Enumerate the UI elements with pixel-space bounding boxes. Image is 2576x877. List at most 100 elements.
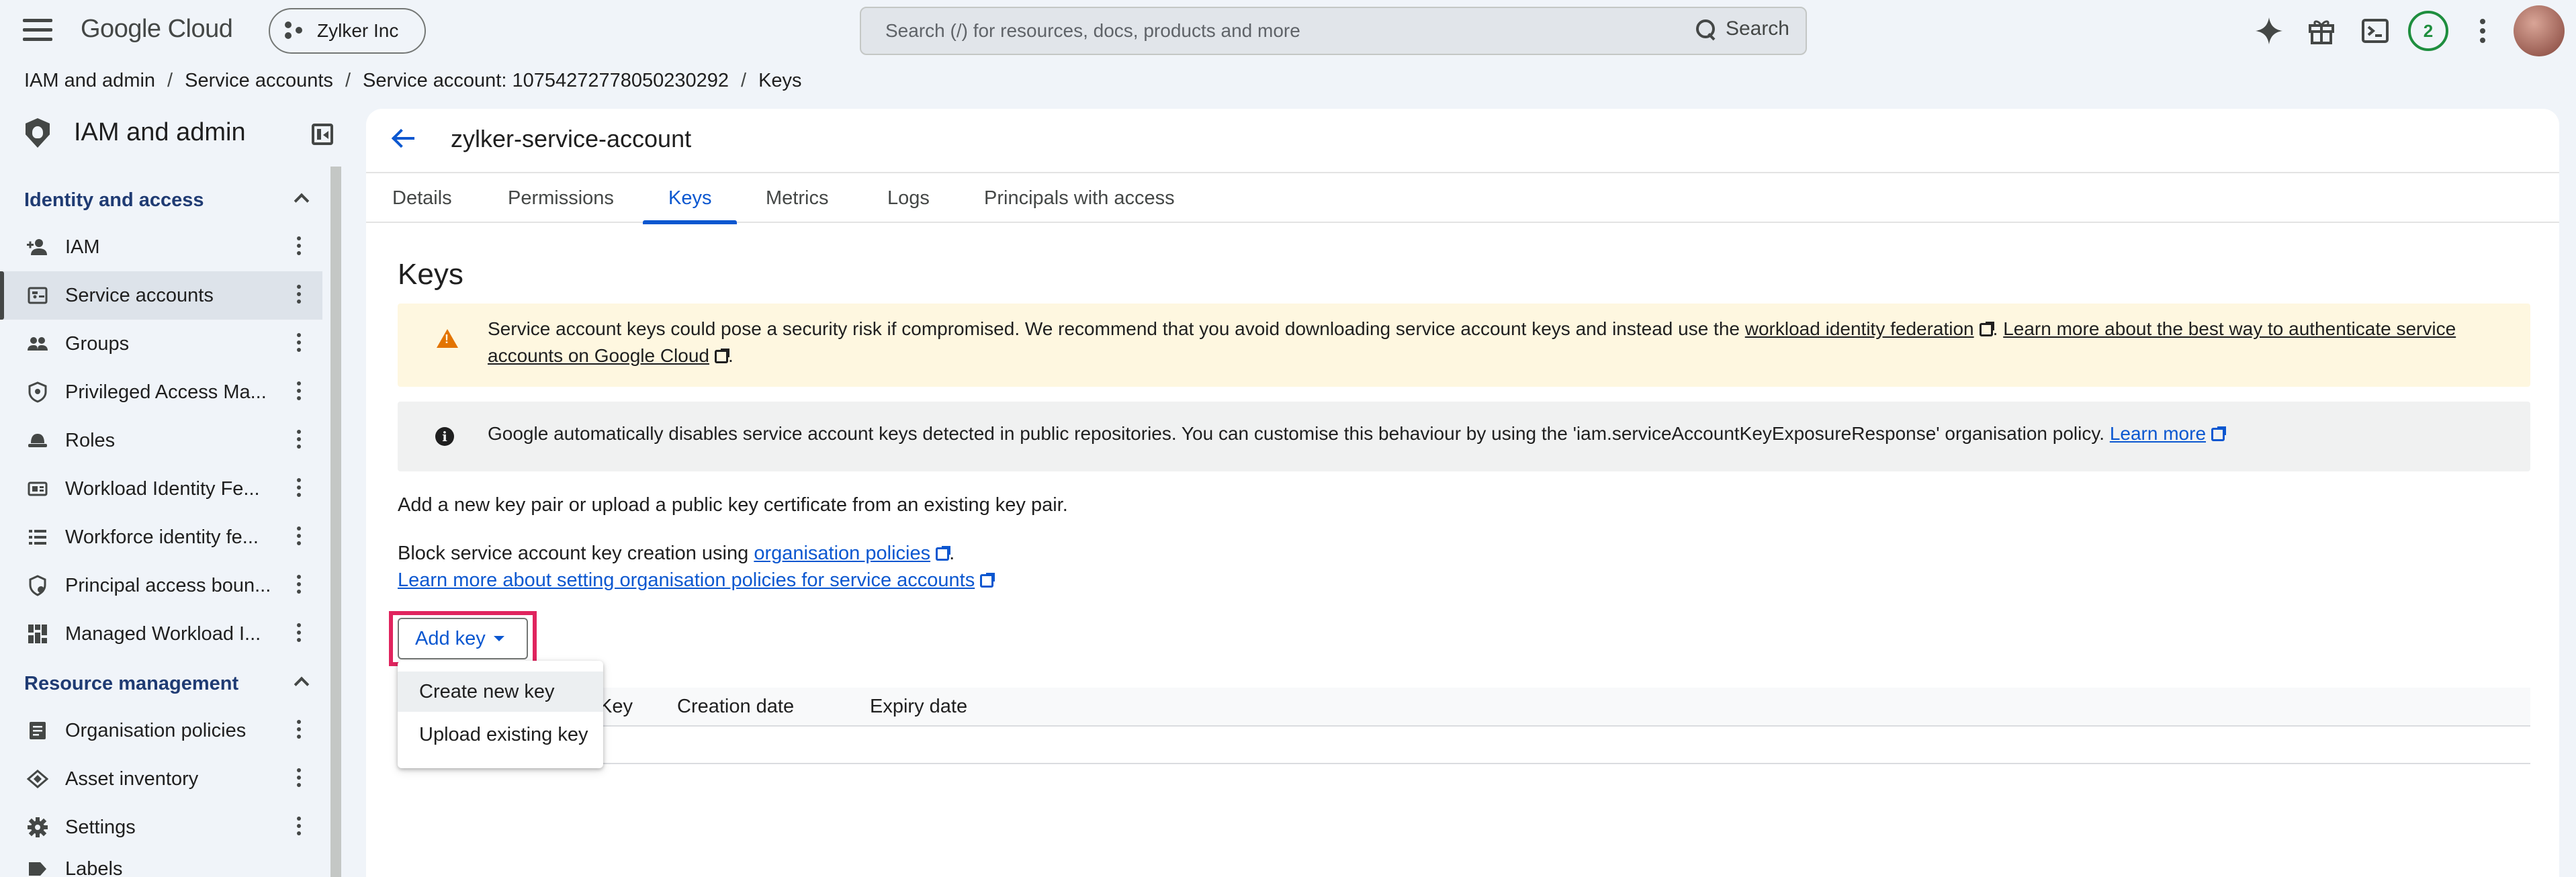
- more-icon[interactable]: [297, 526, 301, 549]
- sidebar-item-managed-workload[interactable]: Managed Workload I...: [0, 610, 322, 658]
- link-label: Learn more about the best way to authent…: [2003, 318, 2456, 339]
- column-creation-date[interactable]: Creation date: [677, 696, 794, 718]
- avatar[interactable]: [2514, 5, 2565, 56]
- sidebar-item-org-policies[interactable]: Organisation policies: [0, 706, 322, 755]
- page-title: zylker-service-account: [451, 125, 692, 152]
- warning-text-part: .: [1992, 318, 2004, 339]
- tab-metrics[interactable]: Metrics: [766, 173, 828, 223]
- search-button[interactable]: Search: [1695, 17, 1789, 40]
- sidebar-item-workforce-identity[interactable]: Workforce identity fe...: [0, 513, 322, 561]
- more-icon[interactable]: [297, 816, 301, 839]
- external-link-icon: [715, 349, 729, 363]
- workload-identity-federation-link[interactable]: workload identity federation: [1744, 318, 1994, 339]
- block-creation-text: Block service account key creation using…: [398, 543, 954, 565]
- column-expiry-date[interactable]: Expiry date: [870, 696, 967, 718]
- breadcrumb-service-accounts[interactable]: Service accounts: [185, 70, 333, 92]
- more-icon[interactable]: [297, 574, 301, 597]
- main-menu-icon[interactable]: [23, 19, 52, 43]
- tab-principals-with-access[interactable]: Principals with access: [984, 173, 1175, 223]
- sidebar-item-label: Roles: [65, 429, 116, 451]
- cloud-shell-icon[interactable]: [2359, 15, 2391, 47]
- sidebar-item-label: Service accounts: [65, 284, 214, 306]
- sidebar-item-roles[interactable]: Roles: [0, 416, 322, 465]
- learn-more-org-policies-link[interactable]: Learn more about setting organisation po…: [398, 569, 995, 591]
- text-part: Block service account key creation using: [398, 543, 754, 564]
- service-account-icon: [27, 285, 48, 306]
- section-identity-access[interactable]: Identity and access: [24, 189, 204, 212]
- sidebar-item-groups[interactable]: Groups: [0, 320, 322, 368]
- sidebar-item-asset-inventory[interactable]: Asset inventory: [0, 755, 322, 803]
- gift-icon[interactable]: [2305, 15, 2338, 47]
- tab-bar: Details Permissions Keys Metrics Logs Pr…: [366, 172, 2559, 224]
- learn-more-link[interactable]: Learn more: [2109, 423, 2227, 444]
- external-link-icon: [980, 573, 995, 588]
- more-icon[interactable]: [297, 332, 301, 355]
- external-link-icon: [1979, 322, 1994, 336]
- more-icon[interactable]: [297, 477, 301, 500]
- gemini-sparkle-icon[interactable]: [2253, 15, 2285, 47]
- more-options-icon[interactable]: [2480, 19, 2485, 47]
- sidebar-item-principal-access[interactable]: Principal access boun...: [0, 561, 322, 610]
- chevron-up-icon[interactable]: [294, 674, 308, 688]
- sidebar-item-label: IAM: [65, 236, 100, 258]
- learn-more-org-policies: Learn more about setting organisation po…: [398, 569, 995, 592]
- sidebar-item-label: Asset inventory: [65, 768, 199, 790]
- info-text: Google automatically disables service ac…: [488, 423, 2227, 445]
- sidebar-item-label: Workload Identity Fe...: [65, 477, 260, 500]
- tab-keys[interactable]: Keys: [642, 173, 738, 224]
- more-icon[interactable]: [297, 429, 301, 452]
- asset-inventory-icon: [27, 768, 48, 790]
- sidebar-scrollbar[interactable]: [330, 167, 341, 877]
- more-icon[interactable]: [297, 622, 301, 645]
- more-icon[interactable]: [297, 284, 301, 307]
- keys-table-header: Key Creation date Expiry date: [398, 688, 2530, 727]
- more-icon[interactable]: [297, 768, 301, 790]
- add-key-description: Add a new key pair or upload a public ke…: [398, 494, 1068, 516]
- labels-icon: [27, 858, 48, 877]
- tab-permissions[interactable]: Permissions: [508, 173, 614, 223]
- link-label: workload identity federation: [1744, 318, 1974, 339]
- shield-icon: [26, 118, 50, 148]
- upload-existing-key-option[interactable]: Upload existing key: [398, 714, 603, 755]
- warning-text: Service account keys could pose a securi…: [488, 316, 2489, 369]
- tab-logs[interactable]: Logs: [887, 173, 930, 223]
- sidebar-item-workload-identity[interactable]: Workload Identity Fe...: [0, 465, 322, 513]
- add-key-button[interactable]: Add key: [398, 618, 528, 659]
- column-key[interactable]: Key: [599, 696, 633, 718]
- google-cloud-logo[interactable]: Google Cloud: [81, 15, 233, 44]
- info-icon: i: [435, 427, 454, 446]
- sidebar-item-settings[interactable]: Settings: [0, 803, 322, 851]
- sidebar-item-privileged-access[interactable]: Privileged Access Ma...: [0, 368, 322, 416]
- search-input[interactable]: Search (/) for resources, docs, products…: [860, 7, 1807, 55]
- sidebar-item-iam[interactable]: IAM: [0, 223, 322, 271]
- dropdown-caret-icon: [493, 636, 504, 641]
- breadcrumb-service-account[interactable]: Service account: 107542727780502302​92: [363, 70, 729, 92]
- create-new-key-option[interactable]: Create new key: [398, 672, 603, 712]
- sidebar-item-service-accounts[interactable]: Service accounts: [0, 271, 322, 320]
- top-bar: Google Cloud Zylker Inc Search (/) for r…: [0, 0, 2576, 62]
- section-heading: Keys: [398, 258, 463, 291]
- more-icon[interactable]: [297, 236, 301, 259]
- link-label: Learn more: [2109, 423, 2207, 444]
- breadcrumb-iam-admin[interactable]: IAM and admin: [24, 70, 155, 92]
- back-arrow-icon[interactable]: [390, 125, 417, 152]
- external-link-icon: [936, 546, 951, 561]
- more-icon[interactable]: [297, 381, 301, 404]
- tab-details[interactable]: Details: [392, 173, 452, 223]
- sidebar-item-labels[interactable]: Labels: [0, 851, 322, 877]
- search-placeholder: Search (/) for resources, docs, products…: [885, 20, 1300, 41]
- search-icon: [1695, 18, 1716, 40]
- breadcrumb-keys: Keys: [758, 70, 802, 91]
- chevron-up-icon[interactable]: [294, 191, 308, 204]
- collapse-sidebar-icon[interactable]: [312, 124, 333, 145]
- roles-icon: [27, 430, 48, 451]
- section-resource-management[interactable]: Resource management: [24, 673, 238, 695]
- sidebar-item-label: Managed Workload I...: [65, 622, 261, 645]
- organisation-policies-link[interactable]: organisation policies: [754, 543, 951, 564]
- sidebar: IAM and admin Identity and access IAM Se…: [0, 107, 333, 877]
- external-link-icon: [2211, 426, 2227, 441]
- more-icon[interactable]: [297, 719, 301, 742]
- org-selector[interactable]: Zylker Inc: [269, 8, 426, 54]
- add-key-label: Add key: [415, 627, 486, 649]
- notifications-badge[interactable]: 2: [2408, 11, 2448, 51]
